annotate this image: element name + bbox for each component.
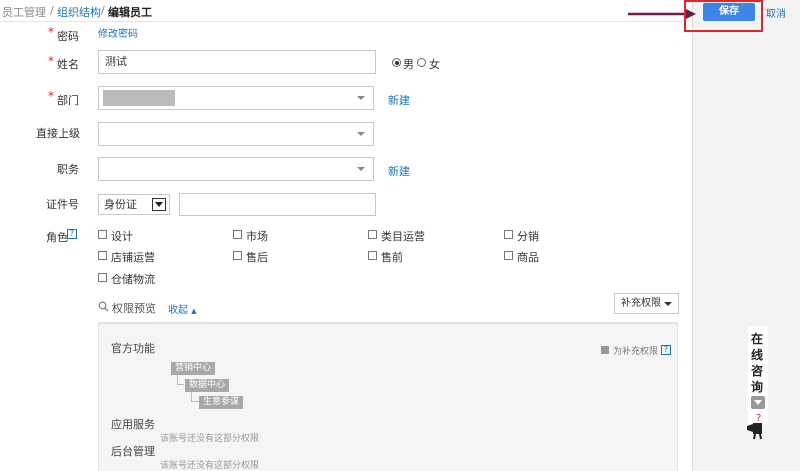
chevron-down-icon bbox=[357, 132, 365, 136]
required-marker: * bbox=[48, 25, 54, 39]
id-label: 证件号 bbox=[46, 198, 79, 211]
role-checkbox[interactable] bbox=[368, 251, 377, 260]
breadcrumb-item-staff[interactable]: 员工管理 bbox=[2, 4, 46, 20]
role-checkbox[interactable] bbox=[233, 251, 242, 260]
chevron-down-icon bbox=[357, 96, 365, 100]
role-label-text: 类目运营 bbox=[381, 230, 425, 243]
required-marker: * bbox=[48, 89, 54, 103]
supervisor-select[interactable] bbox=[98, 122, 374, 146]
name-label: 姓名 bbox=[57, 58, 79, 71]
id-type-select[interactable]: 身份证 bbox=[98, 194, 170, 215]
official-functions-title: 官方功能 bbox=[111, 342, 155, 355]
cancel-link[interactable]: 取消 bbox=[766, 5, 786, 20]
tree-connector bbox=[177, 375, 184, 385]
app-services-note: 该账号还没有这部分权限 bbox=[160, 434, 260, 444]
help-icon[interactable]: ? bbox=[67, 229, 77, 239]
role-label-text: 仓储物流 bbox=[111, 273, 155, 286]
chevron-up-icon: ▲ bbox=[191, 307, 197, 315]
role-checkbox[interactable] bbox=[98, 230, 107, 239]
role-checkbox[interactable] bbox=[98, 251, 107, 260]
save-highlight-box bbox=[684, 0, 763, 32]
department-label: 部门 bbox=[57, 94, 79, 107]
app-services-title: 应用服务 bbox=[111, 418, 155, 431]
new-position-link[interactable]: 新建 bbox=[388, 163, 410, 179]
chevron-down-icon bbox=[152, 198, 166, 211]
gender-female-radio[interactable] bbox=[417, 58, 426, 67]
gender-female-label: 女 bbox=[429, 58, 440, 71]
consult-char: 咨 bbox=[751, 364, 764, 378]
legend-swatch bbox=[601, 346, 609, 354]
role-checkbox[interactable] bbox=[368, 230, 377, 239]
new-department-link[interactable]: 新建 bbox=[388, 92, 410, 108]
collapse-link[interactable]: 收起 ▲ bbox=[168, 301, 197, 316]
permission-panel bbox=[98, 323, 678, 471]
role-label-text: 分销 bbox=[517, 230, 539, 243]
role-label: 角色 bbox=[46, 231, 68, 244]
id-number-input[interactable] bbox=[179, 193, 376, 216]
supervisor-label: 直接上级 bbox=[36, 127, 80, 140]
legend-label: 为补充权限 bbox=[613, 347, 659, 357]
role-label-text: 售后 bbox=[246, 251, 268, 264]
chevron-down-icon bbox=[357, 167, 365, 171]
search-icon bbox=[98, 301, 109, 312]
breadcrumb-item-org[interactable]: 组织结构 bbox=[57, 4, 101, 20]
department-value-redacted bbox=[103, 90, 175, 106]
permission-preview-label: 权限预览 bbox=[112, 302, 156, 315]
help-icon[interactable]: ? bbox=[661, 345, 671, 355]
role-checkbox[interactable] bbox=[98, 273, 107, 282]
department-select[interactable] bbox=[98, 86, 374, 110]
gender-male-radio[interactable] bbox=[392, 58, 401, 67]
edit-employee-page: 员工管理 / 组织结构 / 编辑员工 保存 取消 * 密码 修改密码 * 姓名 … bbox=[0, 0, 800, 471]
consult-char: 线 bbox=[751, 348, 764, 362]
svg-text:?: ? bbox=[756, 413, 761, 424]
collapse-label: 收起 bbox=[168, 305, 188, 316]
supplement-permission-button[interactable]: 补充权限 bbox=[614, 293, 679, 314]
position-label: 职务 bbox=[57, 163, 79, 176]
chevron-down-icon bbox=[751, 396, 765, 409]
consult-char: 在 bbox=[751, 332, 764, 346]
role-label-text: 店铺运营 bbox=[111, 251, 155, 264]
permission-tag-marketing: 营销中心 bbox=[171, 362, 216, 375]
position-select[interactable] bbox=[98, 157, 374, 181]
permission-tag-business-advisor: 生意参谋 bbox=[199, 396, 244, 409]
change-password-link[interactable]: 修改密码 bbox=[98, 25, 138, 40]
chevron-down-icon bbox=[664, 302, 672, 306]
name-input[interactable]: 测试 bbox=[98, 50, 376, 74]
role-label-text: 售前 bbox=[381, 251, 403, 264]
role-label-text: 设计 bbox=[111, 230, 133, 243]
role-checkbox[interactable] bbox=[504, 230, 513, 239]
right-side-panel bbox=[692, 0, 800, 471]
backend-title: 后台管理 bbox=[111, 445, 155, 458]
gender-male-label: 男 bbox=[403, 58, 414, 71]
consult-char: 询 bbox=[751, 380, 764, 394]
chat-icon[interactable]: ? bbox=[745, 410, 773, 440]
supplement-permission-label: 补充权限 bbox=[621, 298, 661, 309]
permission-tag-data: 数据中心 bbox=[185, 379, 230, 392]
breadcrumb-separator: / bbox=[101, 4, 105, 17]
header-bar: 员工管理 / 组织结构 / 编辑员工 bbox=[0, 0, 693, 22]
role-checkbox[interactable] bbox=[233, 230, 242, 239]
backend-note: 该账号还没有这部分权限 bbox=[160, 461, 260, 471]
breadcrumb-separator: / bbox=[50, 4, 54, 17]
role-checkbox[interactable] bbox=[504, 251, 513, 260]
breadcrumb-current: 编辑员工 bbox=[108, 6, 152, 19]
role-label-text: 市场 bbox=[246, 230, 268, 243]
id-type-value: 身份证 bbox=[104, 198, 137, 211]
tree-connector bbox=[191, 392, 199, 402]
password-label: 密码 bbox=[57, 30, 79, 43]
required-marker: * bbox=[48, 54, 54, 68]
role-label-text: 商品 bbox=[517, 251, 539, 264]
